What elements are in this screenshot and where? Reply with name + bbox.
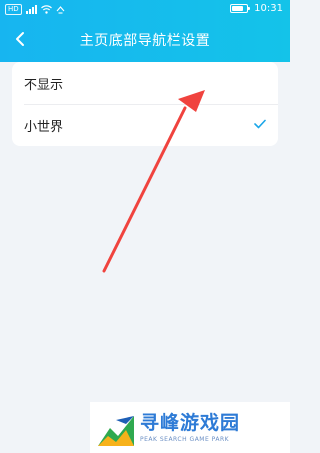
- mountain-logo-icon: [98, 415, 134, 446]
- watermark-title: 寻峰游戏园: [140, 412, 241, 434]
- watermark-subtitle: PEAK SEARCH GAME PARK: [140, 436, 230, 443]
- watermark: 寻峰游戏园 PEAK SEARCH GAME PARK: [90, 402, 290, 453]
- red-arrow-annotation: [102, 90, 205, 273]
